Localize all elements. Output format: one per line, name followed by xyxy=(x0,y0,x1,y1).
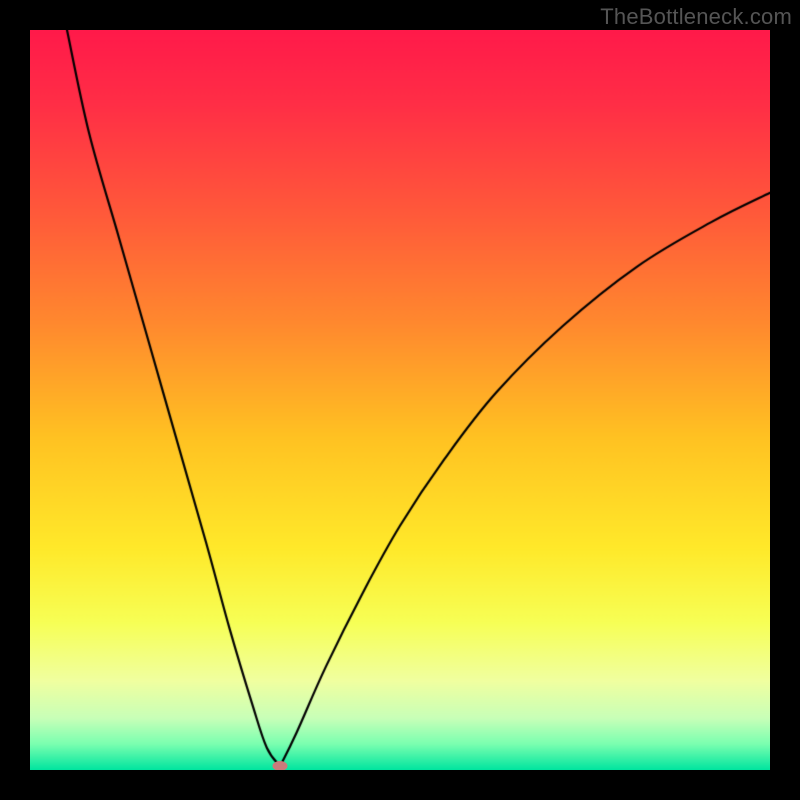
data-curve xyxy=(30,30,770,770)
watermark-text: TheBottleneck.com xyxy=(600,4,792,30)
plot-area xyxy=(30,30,770,770)
minimum-marker-icon xyxy=(273,761,288,770)
chart-frame: TheBottleneck.com xyxy=(0,0,800,800)
